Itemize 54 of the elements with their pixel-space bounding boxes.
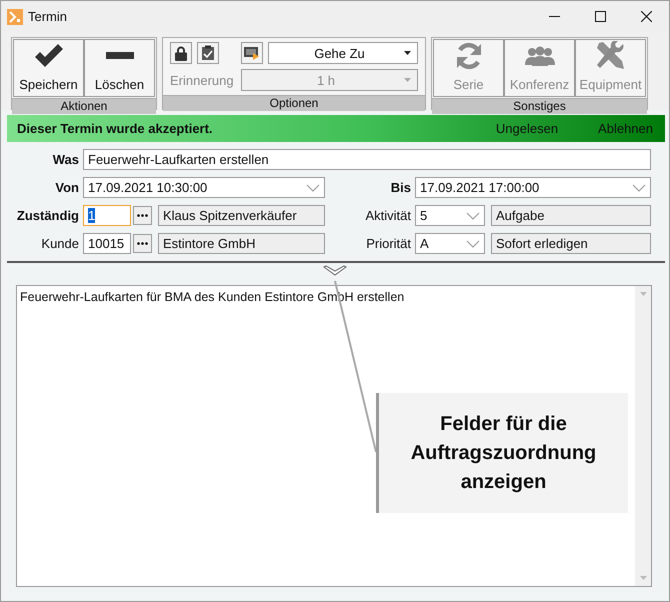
minus-icon	[106, 52, 134, 60]
browse-button[interactable]	[133, 234, 152, 253]
date-dropdown[interactable]: 17.09.2021 17:00:00	[415, 177, 651, 198]
field-label: Zuständig	[16, 208, 79, 223]
date-dropdown[interactable]: 17.09.2021 10:30:00	[83, 177, 325, 198]
text-field[interactable]: Feuerwehr-Laufkarten erstellen	[83, 149, 651, 170]
media-button[interactable]	[241, 42, 263, 64]
lock-button[interactable]	[170, 42, 192, 64]
lock-icon	[175, 46, 187, 60]
field-label: Kunde	[40, 236, 79, 251]
input-field[interactable]: 1	[83, 205, 131, 226]
checkmark-icon	[32, 43, 64, 69]
combo-box[interactable]: A	[415, 233, 485, 254]
field-label: Priorität	[365, 236, 411, 251]
clipboard-check-icon	[201, 45, 215, 61]
caret-icon	[404, 78, 411, 82]
banner-link[interactable]: Ungelesen	[496, 121, 558, 136]
caret-icon	[640, 576, 646, 580]
people-icon	[524, 46, 554, 66]
readonly-field: Sofort erledigen	[491, 233, 651, 254]
window-title: Termin	[28, 9, 68, 24]
scrollbar[interactable]	[635, 286, 651, 586]
caret-icon	[404, 51, 411, 55]
banner-message: Dieser Termin wurde akzeptiert.	[17, 121, 214, 136]
group-label: Sonstiges	[432, 98, 647, 114]
tools-icon	[596, 41, 626, 71]
app-icon	[7, 8, 23, 24]
combo-box[interactable]: 5	[415, 205, 485, 226]
goto-dropdown[interactable]: Gehe Zu	[268, 42, 418, 64]
field-label: Von	[54, 180, 79, 195]
expand-chevron-icon[interactable]	[323, 265, 347, 277]
caret-icon	[640, 292, 646, 296]
group-label: Optionen	[163, 95, 425, 111]
close-icon	[640, 11, 652, 22]
input-field[interactable]: 10015	[83, 233, 131, 254]
maximize-icon	[594, 11, 606, 22]
minimize-icon	[548, 16, 560, 17]
group-label: Aktionen	[12, 98, 156, 114]
readonly-field: Klaus Spitzenverkäufer	[158, 205, 325, 226]
ellipsis-icon	[137, 214, 148, 217]
field-label: Aktivität	[364, 208, 411, 223]
toolbar-button[interactable]: Speichern	[13, 39, 84, 97]
browse-button[interactable]	[133, 206, 152, 225]
window-play-icon	[244, 46, 260, 60]
checklist-button[interactable]	[197, 42, 219, 64]
reminder-label: Erinnerung	[170, 72, 235, 88]
field-label: Was	[52, 152, 79, 167]
callout-text: Felder für die Auftragszuordnung anzeigen	[410, 412, 598, 494]
field-label: Bis	[390, 180, 411, 195]
readonly-field: Estintore GmbH	[158, 233, 325, 254]
banner-link[interactable]: Ablehnen	[598, 121, 653, 136]
toolbar-button[interactable]: Löschen	[84, 39, 155, 97]
readonly-field: Aufgabe	[491, 205, 651, 226]
ellipsis-icon	[137, 242, 148, 245]
